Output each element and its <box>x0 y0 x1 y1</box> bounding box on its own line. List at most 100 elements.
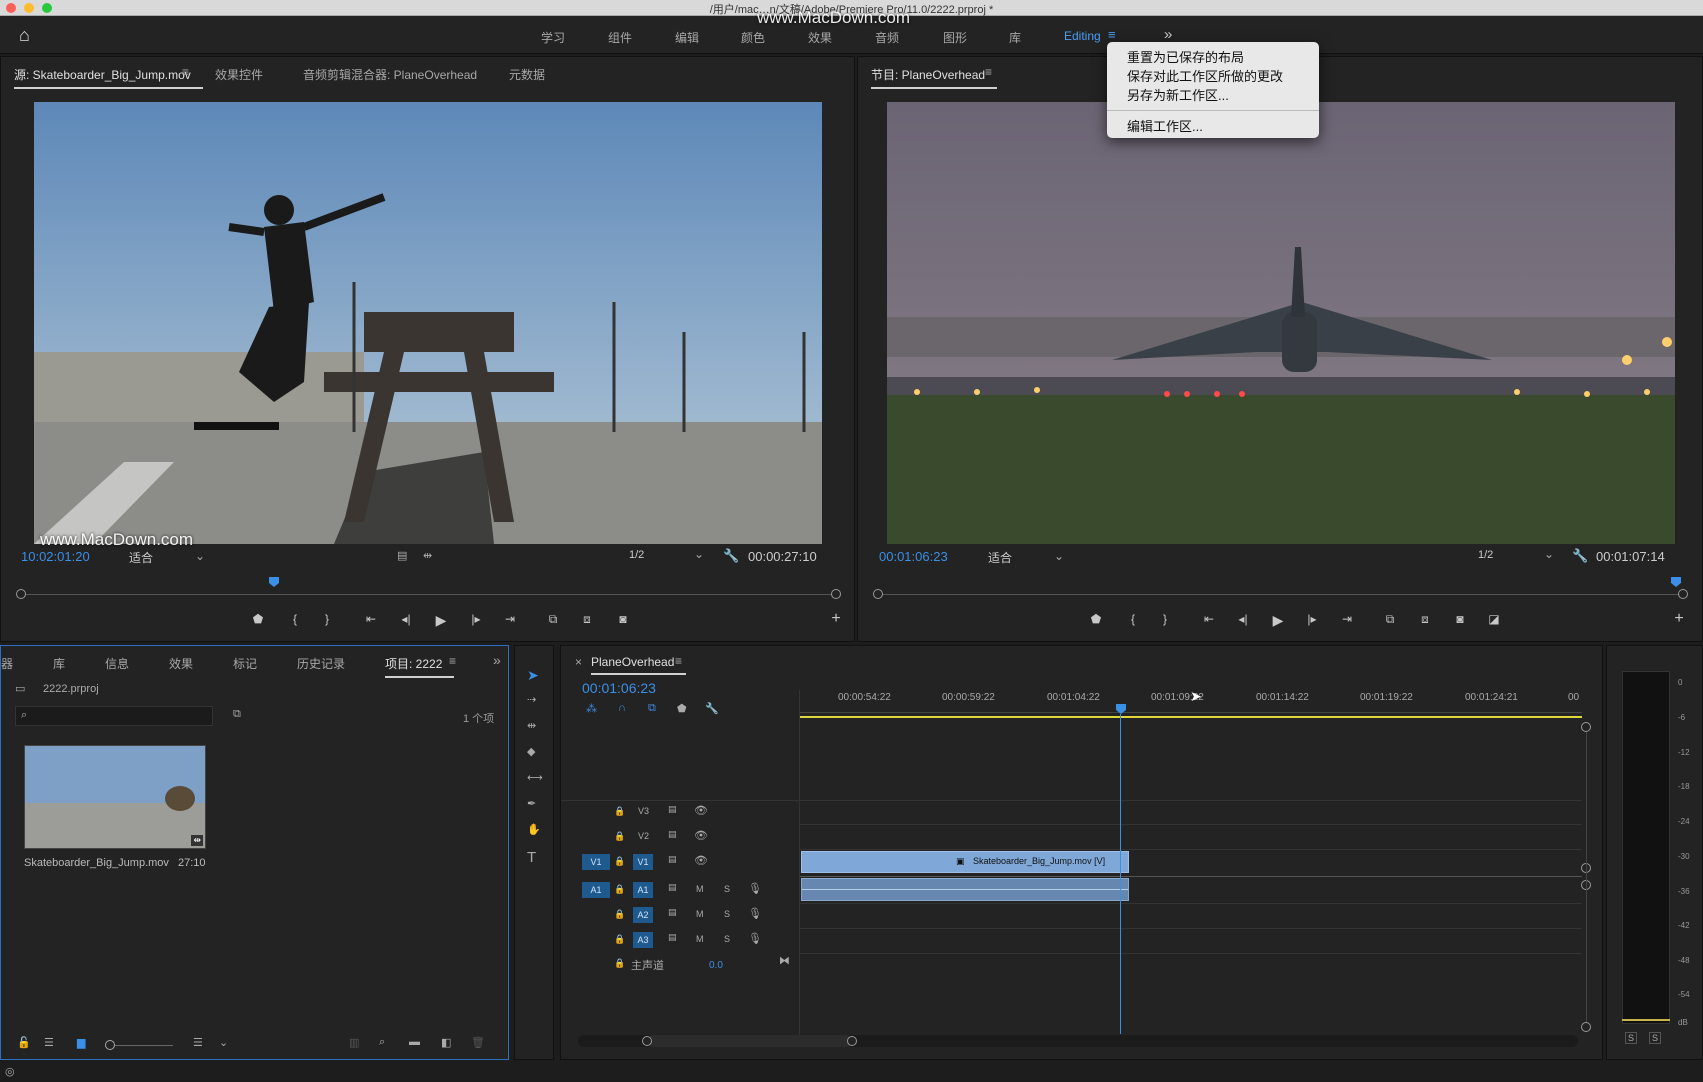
program-playhead[interactable] <box>1671 577 1681 587</box>
drag-audio-icon[interactable]: ⇹ <box>423 549 432 562</box>
go-to-in-icon[interactable]: ⇤ <box>1200 612 1218 626</box>
step-back-icon[interactable]: ◂| <box>1234 612 1252 626</box>
track-target-a3[interactable]: A3 <box>633 932 653 948</box>
lock-icon[interactable]: 🔒 <box>614 856 625 867</box>
sync-lock-icon[interactable]: ▤ <box>668 907 677 918</box>
list-view-icon[interactable]: ☰ <box>44 1036 54 1049</box>
workspace-menu-icon[interactable]: ≡ <box>1108 27 1116 42</box>
tab-libraries[interactable]: 库 <box>53 655 65 672</box>
tab-project[interactable]: 项目: 2222 <box>385 655 455 678</box>
tab-info[interactable]: 信息 <box>105 655 129 672</box>
project-search-input[interactable] <box>15 706 213 726</box>
source-fit-select[interactable]: 适合 <box>129 549 153 566</box>
sort-icon[interactable]: ☰ <box>193 1036 203 1049</box>
tab-menu-icon[interactable]: ≡ <box>449 654 456 668</box>
program-resolution-select[interactable]: 1/2 <box>1478 549 1493 561</box>
menu-reset-layout[interactable]: 重置为已保存的布局 <box>1127 47 1244 66</box>
selection-tool-icon[interactable]: ➤ <box>527 667 539 684</box>
type-tool-icon[interactable]: T <box>527 849 536 866</box>
source-resolution-select[interactable]: 1/2 <box>629 549 644 561</box>
lock-icon[interactable]: 🔒 <box>614 909 625 920</box>
lock-icon[interactable]: 🔒 <box>614 934 625 945</box>
close-tab-icon[interactable]: × <box>575 655 582 669</box>
menu-save-as-new[interactable]: 另存为新工作区... <box>1127 85 1229 104</box>
workspace-audio[interactable]: 音频 <box>875 29 899 46</box>
wrench-icon[interactable]: 🔧 <box>705 702 719 715</box>
work-area-bar[interactable] <box>800 716 1582 718</box>
solo-button[interactable]: S <box>724 884 730 894</box>
overwrite-icon[interactable]: ⧈ <box>578 612 596 627</box>
master-volume-value[interactable]: 0.0 <box>709 960 723 971</box>
linked-selection-icon[interactable]: ⧉ <box>648 702 656 715</box>
tab-program[interactable]: 节目: PlaneOverhead <box>871 66 998 89</box>
source-patch-v1[interactable]: V1 <box>582 854 610 870</box>
chevron-down-icon[interactable]: ⌄ <box>1054 549 1064 563</box>
workspace-editing[interactable]: Editing <box>1064 29 1101 43</box>
ripple-edit-tool-icon[interactable]: ⇹ <box>527 719 536 732</box>
tab-menu-icon[interactable]: ≡ <box>675 654 682 668</box>
time-ruler[interactable] <box>800 712 1582 713</box>
source-video-frame[interactable] <box>34 102 822 544</box>
video-clip[interactable]: ▣ Skateboarder_Big_Jump.mov [V] <box>801 851 1129 873</box>
new-bin-from-search-icon[interactable]: ⧉ <box>233 708 241 721</box>
microphone-icon[interactable]: 🎙 <box>748 882 762 895</box>
lock-icon[interactable]: 🔒 <box>614 884 625 895</box>
workspace-assembly[interactable]: 组件 <box>608 29 632 46</box>
lock-icon[interactable]: 🔒 <box>614 958 625 969</box>
clip-thumbnail[interactable]: ⇹ <box>24 745 206 849</box>
add-marker-icon[interactable]: ⬟ <box>1087 612 1105 626</box>
microphone-icon[interactable]: 🎙 <box>748 932 762 945</box>
meter-solo-left[interactable]: S <box>1625 1032 1638 1044</box>
wrench-icon[interactable]: 🔧 <box>723 548 739 564</box>
chevron-down-icon[interactable]: ⌄ <box>195 549 205 563</box>
new-bin-icon[interactable]: ▬ <box>409 1036 420 1048</box>
eye-icon[interactable]: 👁 <box>694 804 708 817</box>
track-label-v2[interactable]: V2 <box>638 831 649 841</box>
workspace-edit[interactable]: 编辑 <box>675 29 699 46</box>
zoom-slider[interactable] <box>115 1045 173 1046</box>
track-label-v3[interactable]: V3 <box>638 806 649 816</box>
mark-out-icon[interactable]: } <box>1156 612 1174 626</box>
scroll-start-handle[interactable] <box>642 1036 652 1046</box>
extract-icon[interactable]: ⧈ <box>1416 612 1434 627</box>
sync-lock-icon[interactable]: ▤ <box>668 882 677 893</box>
tab-menu-icon[interactable]: ≡ <box>182 65 189 79</box>
sync-lock-icon[interactable]: ▤ <box>668 804 677 815</box>
meter-solo-right[interactable]: S <box>1649 1032 1662 1044</box>
source-timecode[interactable]: 10:02:01:20 <box>21 549 90 564</box>
icon-view-icon[interactable]: ▆ <box>77 1036 85 1049</box>
lock-icon[interactable]: 🔒 <box>614 831 625 842</box>
more-panels-icon[interactable]: » <box>493 652 501 668</box>
more-workspaces-icon[interactable]: » <box>1164 26 1172 43</box>
add-marker-icon[interactable]: ⬟ <box>677 702 687 715</box>
track-target-a2[interactable]: A2 <box>633 907 653 923</box>
eye-icon[interactable]: 👁 <box>694 854 708 867</box>
master-meter-icon[interactable]: ⧓ <box>779 954 790 967</box>
lift-icon[interactable]: ⧉ <box>1381 612 1399 627</box>
program-scrubber[interactable] <box>878 594 1683 595</box>
step-back-icon[interactable]: ◂| <box>397 612 415 626</box>
insert-icon[interactable]: ⧉ <box>544 612 562 627</box>
slip-tool-icon[interactable]: ⟷ <box>527 771 543 784</box>
add-button-icon[interactable]: + <box>1670 610 1688 628</box>
home-icon[interactable]: ⌂ <box>19 25 30 46</box>
lock-icon[interactable]: 🔓 <box>17 1036 31 1049</box>
chevron-down-icon[interactable]: ⌄ <box>1544 547 1554 561</box>
play-icon[interactable]: ▶ <box>1269 612 1287 629</box>
workspace-learn[interactable]: 学习 <box>541 29 565 46</box>
go-to-in-icon[interactable]: ⇤ <box>362 612 380 626</box>
solo-button[interactable]: S <box>724 909 730 919</box>
tab-menu-icon[interactable]: ≡ <box>985 65 992 79</box>
step-forward-icon[interactable]: |▸ <box>467 612 485 626</box>
workspace-graphics[interactable]: 图形 <box>943 29 967 46</box>
program-fit-select[interactable]: 适合 <box>988 549 1012 566</box>
scrollbar-handle[interactable] <box>1581 1022 1591 1032</box>
menu-save-changes[interactable]: 保存对此工作区所做的更改 <box>1127 66 1283 85</box>
program-timecode[interactable]: 00:01:06:23 <box>879 549 948 564</box>
workspace-library[interactable]: 库 <box>1009 29 1021 46</box>
camera-icon[interactable]: ◙ <box>1451 612 1469 626</box>
scrubber-end-handle[interactable] <box>831 589 841 599</box>
step-forward-icon[interactable]: |▸ <box>1303 612 1321 626</box>
lock-icon[interactable]: 🔒 <box>614 806 625 817</box>
workspace-color[interactable]: 颜色 <box>741 29 765 46</box>
